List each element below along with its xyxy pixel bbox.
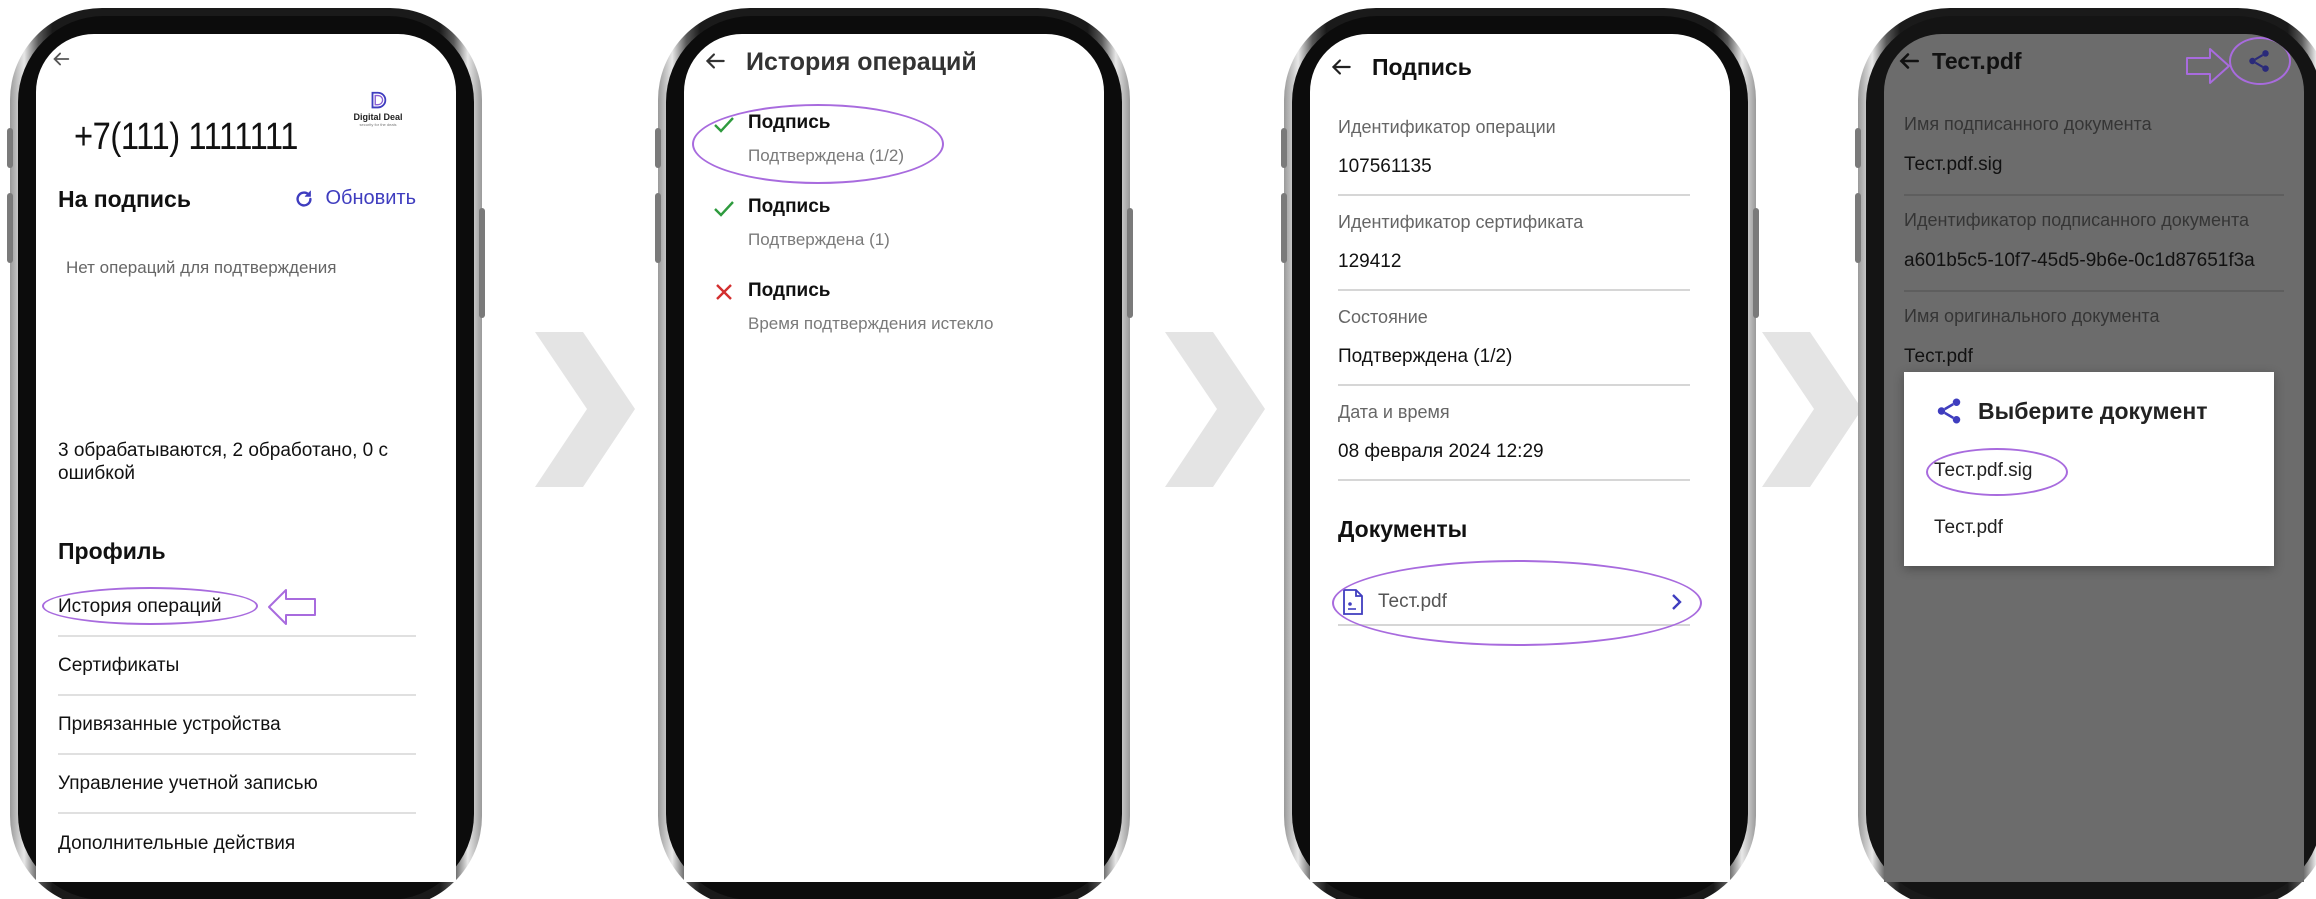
- side-button: [655, 193, 661, 263]
- phone-number: +7(111) 1111111: [74, 116, 299, 158]
- close-icon: [716, 284, 732, 300]
- highlight-ellipse: [2229, 37, 2291, 85]
- menu-item-account[interactable]: Управление учетной записью: [58, 755, 416, 814]
- operation-title: Подпись: [748, 196, 831, 217]
- select-document-dialog: Выберите документ Тест.pdf.sig Тест.pdf: [1904, 372, 2274, 566]
- side-button: [479, 208, 485, 318]
- pointer-arrow-icon: [268, 589, 316, 625]
- menu-item-additional[interactable]: Дополнительные действия: [58, 814, 416, 873]
- back-arrow-icon[interactable]: [702, 48, 728, 74]
- highlight-ellipse: [1926, 448, 2068, 496]
- documents-title: Документы: [1338, 516, 1468, 542]
- page-title: Тест.pdf: [1932, 48, 2022, 74]
- back-arrow-icon[interactable]: [1896, 48, 1922, 74]
- field-certificate-id: Идентификатор сертификата 129412: [1338, 212, 1690, 291]
- highlight-ellipse: [42, 587, 258, 625]
- divider: [1338, 289, 1690, 291]
- logo-icon: [371, 91, 387, 109]
- highlight-ellipse: [692, 104, 944, 184]
- operation-status: Время подтверждения истекло: [748, 314, 994, 333]
- side-button: [7, 193, 13, 263]
- check-icon: [714, 201, 734, 217]
- refresh-icon: [296, 190, 313, 207]
- menu-item-certificates[interactable]: Сертификаты: [58, 637, 416, 696]
- logo-text: Digital Deal: [353, 112, 403, 122]
- field-label: Имя оригинального документа: [1904, 306, 2160, 326]
- side-button: [7, 128, 13, 168]
- page-title: Подпись: [1372, 54, 1472, 80]
- side-button: [655, 128, 661, 168]
- field-label: Идентификатор подписанного документа: [1904, 210, 2250, 230]
- divider: [1904, 194, 2284, 196]
- field-operation-id: Идентификатор операции 107561135: [1338, 117, 1690, 196]
- operations-stats: 3 обрабатываются, 2 обработано, 0 с ошиб…: [58, 440, 388, 484]
- profile-title: Профиль: [58, 538, 166, 564]
- side-button: [1127, 208, 1133, 318]
- sign-section-title: На подпись: [58, 186, 191, 212]
- operation-item[interactable]: Подпись Подтверждена (1): [712, 196, 890, 250]
- pointer-arrow-icon: [2186, 48, 2230, 84]
- divider: [1904, 290, 2284, 292]
- highlight-ellipse: [1332, 560, 1702, 646]
- screen-document: Тест.pdf Имя подписанного документа Тест…: [1884, 34, 2304, 882]
- dialog-header: Выберите документ: [1934, 396, 2208, 426]
- screen-home: +7(111) 1111111 Digital Deal security fo…: [36, 34, 456, 882]
- field-state: Состояние Подтверждена (1/2): [1338, 307, 1690, 386]
- side-button: [1753, 208, 1759, 318]
- chevron-right-icon: [1762, 332, 1862, 487]
- operation-item[interactable]: Подпись Время подтверждения истекло: [712, 280, 993, 334]
- side-button: [1855, 128, 1861, 168]
- phone-frame-2: История операций Подпись Подтверждена (1…: [655, 8, 1133, 899]
- field-value: Тест.pdf.sig: [1904, 154, 2003, 175]
- divider: [1338, 384, 1690, 386]
- back-arrow-icon[interactable]: [1328, 54, 1354, 80]
- share-icon: [1937, 398, 1961, 424]
- back-arrow-icon[interactable]: [50, 48, 72, 70]
- operation-title: Подпись: [748, 280, 831, 301]
- screen-history: История операций Подпись Подтверждена (1…: [684, 34, 1104, 882]
- logo-subtitle: security for the deals: [359, 122, 397, 127]
- phone-frame-3: Подпись Идентификатор операции 107561135…: [1281, 8, 1759, 899]
- field-label: Имя подписанного документа: [1904, 114, 2152, 134]
- page-title: История операций: [746, 48, 977, 76]
- divider: [1338, 194, 1690, 196]
- menu-item-devices[interactable]: Привязанные устройства: [58, 696, 416, 755]
- screen-signature-details: Подпись Идентификатор операции 107561135…: [1310, 34, 1730, 882]
- field-value: a601b5c5-10f7-45d5-9b6e-0c1d87651f3a: [1904, 250, 2255, 271]
- phone-frame-4: Тест.pdf Имя подписанного документа Тест…: [1855, 8, 2316, 899]
- app-logo: Digital Deal security for the deals: [346, 90, 410, 127]
- chevron-right-icon: [1165, 332, 1265, 487]
- side-button: [1281, 193, 1287, 263]
- side-button: [1855, 193, 1861, 263]
- side-button: [1281, 128, 1287, 168]
- empty-operations-text: Нет операций для подтверждения: [66, 258, 337, 277]
- dialog-title: Выберите документ: [1978, 397, 2208, 424]
- dialog-option-pdf[interactable]: Тест.pdf: [1934, 517, 2003, 539]
- chevron-right-icon: [535, 332, 635, 487]
- refresh-label: Обновить: [325, 187, 416, 209]
- divider: [1338, 479, 1690, 481]
- field-datetime: Дата и время 08 февраля 2024 12:29: [1338, 402, 1690, 481]
- refresh-button[interactable]: Обновить: [293, 187, 416, 210]
- field-value: Тест.pdf: [1904, 346, 1973, 367]
- phone-frame-1: +7(111) 1111111 Digital Deal security fo…: [7, 8, 485, 899]
- operation-status: Подтверждена (1): [748, 230, 890, 249]
